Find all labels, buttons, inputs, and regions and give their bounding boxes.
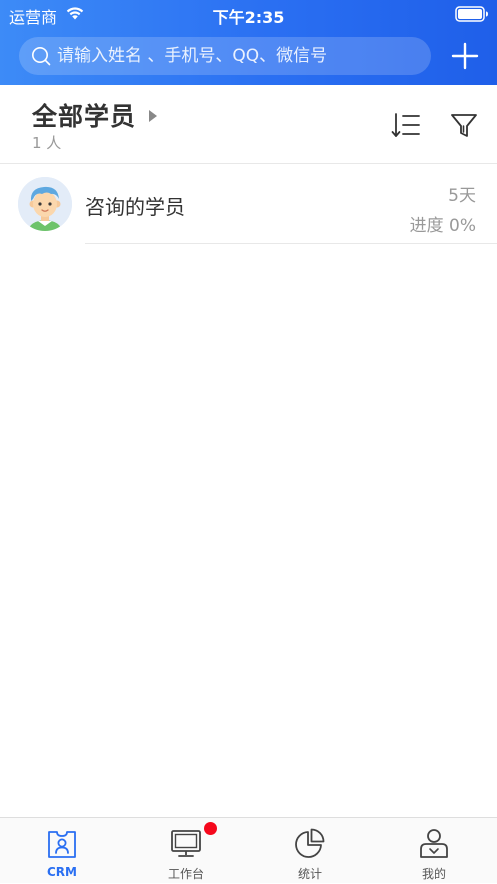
status-time: 下午2:35: [212, 8, 285, 27]
tab-workbench-label: 工作台: [167, 867, 204, 881]
search-input[interactable]: [57, 37, 422, 75]
student-progress: 进度 0%: [409, 216, 476, 236]
sort-icon[interactable]: [391, 111, 421, 139]
tab-statistics[interactable]: 统计: [248, 818, 372, 884]
top-header: 运营商 下午2:35: [0, 0, 497, 85]
avatar: [18, 177, 72, 231]
student-name: 咨询的学员: [85, 195, 185, 219]
tab-crm[interactable]: CRM: [0, 818, 124, 884]
tab-statistics-label: 统计: [297, 867, 322, 881]
category-title: 全部学员: [32, 102, 137, 131]
row-divider: [85, 243, 497, 244]
triangle-right-icon: [149, 110, 158, 122]
crm-contact-icon: [48, 831, 76, 858]
avatar-face-icon: [18, 177, 72, 231]
student-row[interactable]: 咨询的学员 5天 进度 0%: [0, 164, 497, 244]
tab-mine[interactable]: 我的: [372, 818, 496, 884]
student-count: 1 人: [32, 134, 62, 152]
tab-bar: CRM 工作台 统计 我的: [0, 817, 497, 883]
pie-chart-icon: [295, 828, 325, 858]
status-bar: 运营商 下午2:35: [0, 0, 497, 28]
category-selector[interactable]: 全部学员: [32, 97, 158, 133]
profile-icon: [420, 829, 448, 858]
search-icon: [32, 47, 51, 66]
student-days: 5天: [448, 186, 476, 206]
filter-icon[interactable]: [450, 111, 478, 139]
tab-crm-label: CRM: [47, 865, 77, 879]
student-list: 咨询的学员 5天 进度 0%: [0, 164, 497, 244]
monitor-icon: [171, 830, 201, 857]
add-button[interactable]: [451, 42, 479, 70]
notification-badge: [204, 822, 217, 835]
filter-bar: 全部学员 1 人: [0, 85, 497, 164]
tab-workbench[interactable]: 工作台: [124, 818, 248, 884]
tab-mine-label: 我的: [421, 867, 446, 881]
battery-icon: [455, 6, 488, 22]
search-box[interactable]: [19, 37, 431, 75]
